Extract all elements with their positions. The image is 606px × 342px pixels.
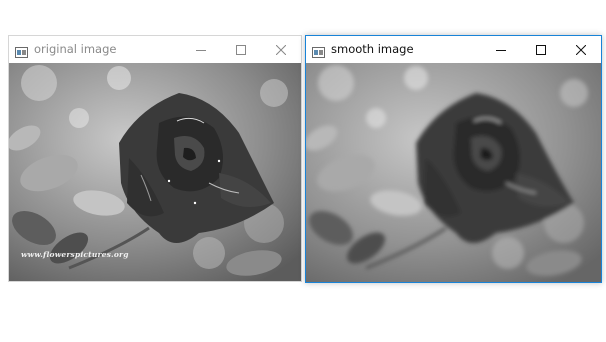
- app-window-icon: [312, 43, 325, 58]
- maximize-icon[interactable]: [221, 36, 261, 63]
- minimize-icon[interactable]: [181, 36, 221, 63]
- original-image-window: original image www.flowerspictures.org: [8, 35, 302, 282]
- smooth-image-window: smooth image: [305, 35, 602, 283]
- blurred-rose-photo: [306, 63, 601, 282]
- close-icon[interactable]: [561, 36, 601, 63]
- app-window-icon: [15, 43, 28, 58]
- image-canvas: www.flowerspictures.org: [9, 63, 301, 281]
- minimize-icon[interactable]: [481, 36, 521, 63]
- title-bar[interactable]: original image: [9, 36, 301, 63]
- window-title: original image: [34, 42, 117, 56]
- window-title: smooth image: [331, 42, 414, 56]
- close-icon[interactable]: [261, 36, 301, 63]
- rose-photo: [9, 63, 301, 281]
- maximize-icon[interactable]: [521, 36, 561, 63]
- title-bar[interactable]: smooth image: [306, 36, 601, 63]
- image-canvas: [306, 63, 601, 282]
- watermark-text: www.flowerspictures.org: [21, 250, 129, 259]
